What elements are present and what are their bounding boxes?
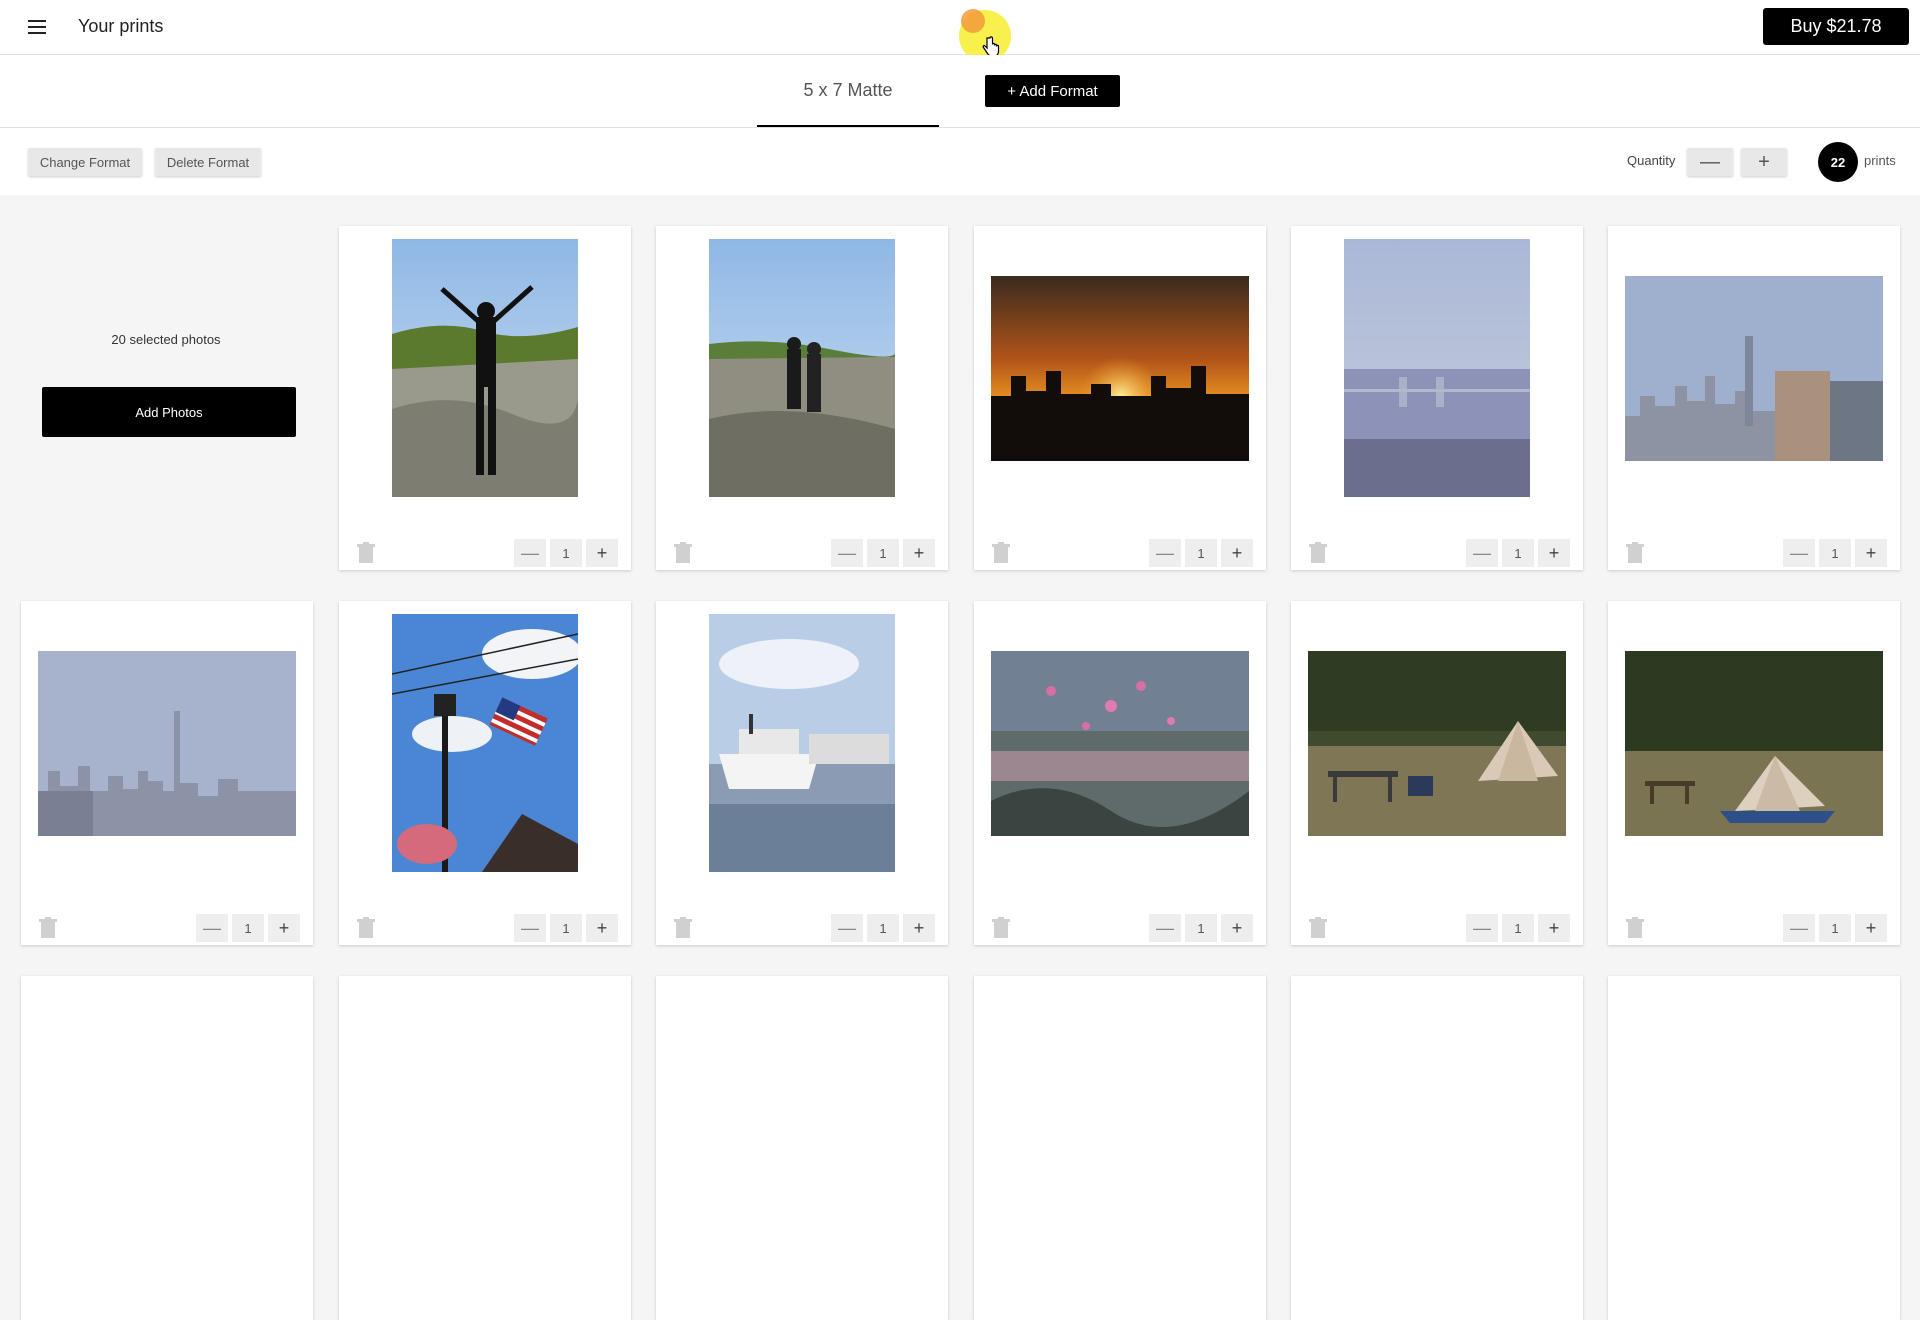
quantity-value: 1 — [232, 914, 264, 942]
print-card: — 1 + — [1608, 226, 1900, 570]
increase-button[interactable]: + — [903, 914, 935, 942]
quantity-value: 1 — [867, 539, 899, 567]
trash-icon[interactable] — [1309, 917, 1327, 939]
quantity-value: 1 — [1185, 539, 1217, 567]
decrease-button[interactable]: — — [831, 539, 863, 567]
increase-button[interactable]: + — [1538, 914, 1570, 942]
print-count-label: prints — [1864, 153, 1896, 168]
increase-button[interactable]: + — [1855, 539, 1887, 567]
format-tabs: 5 x 7 Matte + Add Format — [0, 55, 1920, 128]
decrease-button[interactable]: — — [1149, 539, 1181, 567]
trash-icon[interactable] — [357, 917, 375, 939]
increase-button[interactable]: + — [268, 914, 300, 942]
photo-hazy-manhattan-skyline[interactable] — [38, 651, 296, 836]
top-app-bar: Your prints Buy $21.78 — [0, 0, 1920, 62]
menu-icon[interactable] — [24, 14, 50, 40]
photo-hiker-arms-raised[interactable] — [392, 239, 578, 497]
quantity-value: 1 — [1502, 914, 1534, 942]
print-card: — 1 + — [1291, 226, 1583, 570]
quantity-stepper: — 1 + — [196, 914, 300, 942]
photo-city-sunset[interactable] — [991, 276, 1249, 461]
decrease-button[interactable]: — — [1149, 914, 1181, 942]
decrease-button[interactable]: — — [514, 539, 546, 567]
increase-button[interactable]: + — [1855, 914, 1887, 942]
tab-5x7-matte[interactable]: 5 x 7 Matte — [757, 55, 939, 127]
photo-campsite-tent[interactable] — [1308, 651, 1566, 836]
buy-button[interactable]: Buy $21.78 — [1763, 8, 1909, 45]
decrease-button[interactable]: — — [1783, 914, 1815, 942]
print-card: — 1 + — [974, 226, 1266, 570]
quantity-stepper: — 1 + — [1783, 914, 1887, 942]
decrease-button[interactable]: — — [831, 914, 863, 942]
trash-icon[interactable] — [39, 917, 57, 939]
trash-icon[interactable] — [1309, 542, 1327, 564]
selected-photos-count: 20 selected photos — [111, 332, 221, 347]
trash-icon[interactable] — [1626, 542, 1644, 564]
quantity-stepper: — 1 + — [514, 914, 618, 942]
quantity-value: 1 — [1819, 914, 1851, 942]
quantity-stepper: — 1 + — [831, 914, 935, 942]
print-card: — 1 + — [974, 601, 1266, 945]
photo-hazy-bridge-water[interactable] — [1344, 239, 1530, 497]
add-photos-button[interactable]: Add Photos — [42, 387, 296, 437]
photo-lamppost-american-flag[interactable] — [392, 614, 578, 872]
increase-button[interactable]: + — [903, 539, 935, 567]
quantity-stepper: — 1 + — [1466, 539, 1570, 567]
increase-button[interactable]: + — [1221, 914, 1253, 942]
print-card: — 1 + — [339, 601, 631, 945]
quantity-stepper: — 1 + — [1149, 539, 1253, 567]
trash-icon[interactable] — [674, 917, 692, 939]
trash-icon[interactable] — [992, 917, 1010, 939]
trash-icon[interactable] — [992, 542, 1010, 564]
quantity-value: 1 — [867, 914, 899, 942]
photo-two-hikers-summit[interactable] — [709, 239, 895, 497]
decrease-button[interactable]: — — [1783, 539, 1815, 567]
quantity-value: 1 — [550, 914, 582, 942]
trash-icon[interactable] — [674, 542, 692, 564]
format-toolbar: Change Format Delete Format Quantity — + — [0, 128, 1920, 195]
quantity-decrease-button[interactable]: — — [1687, 148, 1733, 176]
quantity-stepper: — 1 + — [1783, 539, 1887, 567]
quantity-value: 1 — [1502, 539, 1534, 567]
quantity-stepper: — 1 + — [514, 539, 618, 567]
quantity-value: 1 — [1819, 539, 1851, 567]
quantity-value: 1 — [1185, 914, 1217, 942]
delete-format-button[interactable]: Delete Format — [155, 148, 261, 176]
photo-pink-flowers-double-exposure[interactable] — [991, 651, 1249, 836]
photo-tent-in-clearing[interactable] — [1625, 651, 1883, 836]
photo-city-skyline[interactable] — [1625, 276, 1883, 461]
print-card: — 1 + — [656, 601, 948, 945]
increase-button[interactable]: + — [1538, 539, 1570, 567]
add-format-button[interactable]: + Add Format — [985, 75, 1120, 107]
quantity-stepper: — 1 + — [1149, 914, 1253, 942]
decrease-button[interactable]: — — [1466, 914, 1498, 942]
page-title: Your prints — [78, 16, 164, 36]
quantity-increase-button[interactable]: + — [1741, 148, 1787, 176]
decrease-button[interactable]: — — [514, 914, 546, 942]
increase-button[interactable]: + — [586, 914, 618, 942]
print-card: — 1 + — [656, 226, 948, 570]
print-card: — 1 + — [21, 601, 313, 945]
increase-button[interactable]: + — [586, 539, 618, 567]
print-card: — 1 + — [1291, 601, 1583, 945]
quantity-stepper: — 1 + — [1466, 914, 1570, 942]
quantity-value: 1 — [550, 539, 582, 567]
print-count-badge: 22 — [1818, 142, 1858, 182]
quantity-label: Quantity — [1627, 153, 1676, 168]
increase-button[interactable]: + — [1221, 539, 1253, 567]
trash-icon[interactable] — [357, 542, 375, 564]
photo-boats-at-dock[interactable] — [709, 614, 895, 872]
print-card: — 1 + — [339, 226, 631, 570]
decrease-button[interactable]: — — [1466, 539, 1498, 567]
trash-icon[interactable] — [1626, 917, 1644, 939]
print-card: — 1 + — [1608, 601, 1900, 945]
quantity-stepper: — 1 + — [831, 539, 935, 567]
change-format-button[interactable]: Change Format — [28, 148, 142, 176]
decrease-button[interactable]: — — [196, 914, 228, 942]
